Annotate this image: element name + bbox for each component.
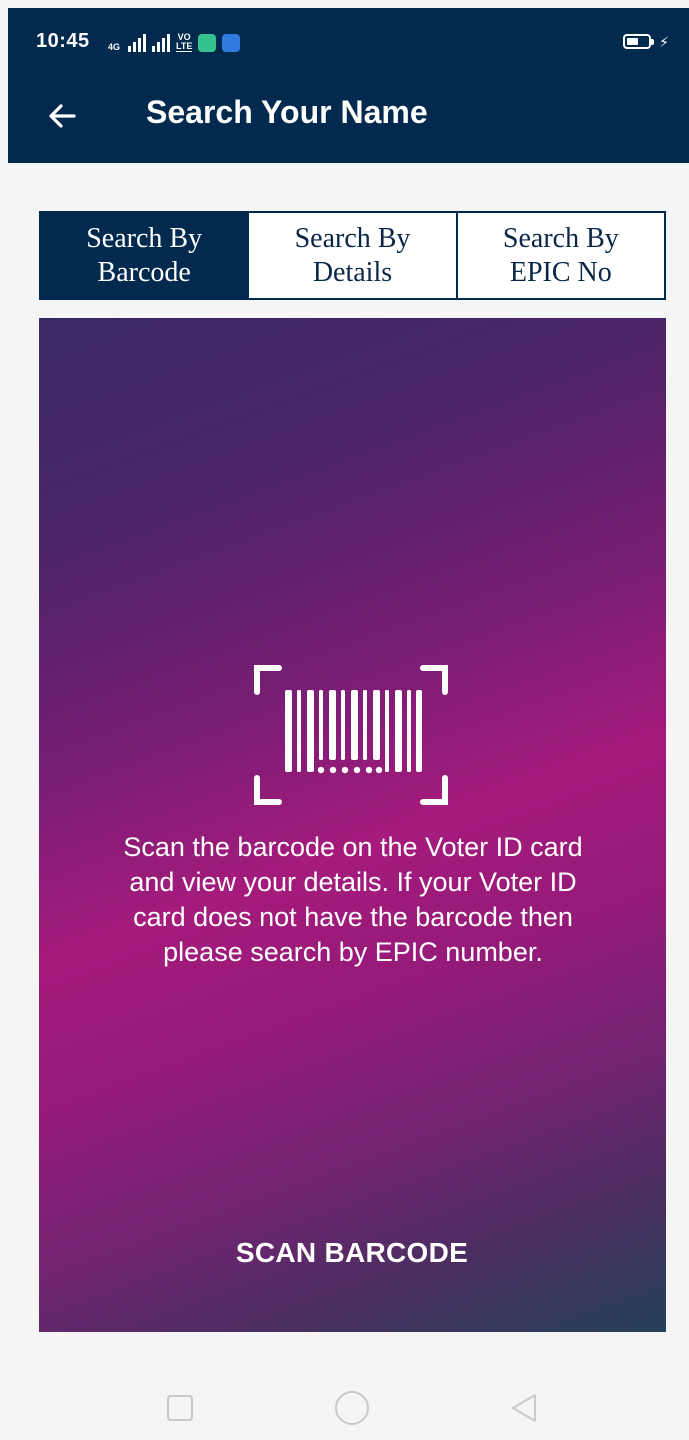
tab-search-by-epic-no[interactable]: Search By EPIC No (455, 213, 664, 298)
notification-app-icon-2 (222, 34, 241, 52)
battery-icon: ⚡︎ (623, 34, 669, 49)
tab-search-by-barcode[interactable]: Search By Barcode (41, 213, 248, 298)
back-arrow-icon[interactable] (38, 92, 86, 140)
status-icons: 4G VO LTE (108, 30, 241, 52)
barcode-scan-icon (253, 662, 449, 808)
page-title: Search Your Name (146, 94, 428, 130)
notification-app-icon (198, 34, 217, 52)
charging-icon: ⚡︎ (659, 33, 669, 50)
system-nav-bar (0, 1360, 689, 1440)
volte-icon: VO LTE (176, 32, 193, 52)
app-bar: 10:45 4G VO LTE ⚡︎ Search Your Name (8, 8, 689, 163)
recent-apps-icon[interactable] (152, 1380, 208, 1436)
app-screen: 10:45 4G VO LTE ⚡︎ Search Your Name Sear… (0, 0, 689, 1440)
home-icon[interactable] (324, 1380, 380, 1436)
barcode-scan-panel: Scan the barcode on the Voter ID card an… (39, 318, 666, 1332)
status-time: 10:45 (36, 30, 90, 52)
search-mode-tabs: Search By Barcode Search By Details Sear… (39, 211, 666, 300)
toolbar: Search Your Name (8, 72, 689, 163)
status-bar: 10:45 4G VO LTE ⚡︎ (8, 8, 689, 72)
scan-instructions: Scan the barcode on the Voter ID card an… (123, 832, 583, 967)
signal-icon (128, 34, 147, 52)
network-type-label: 4G (108, 42, 121, 52)
signal-icon-2 (152, 34, 171, 52)
tab-search-by-details[interactable]: Search By Details (247, 213, 455, 298)
scan-barcode-button[interactable]: SCAN BARCODE (202, 1218, 502, 1288)
back-triangle-icon[interactable] (496, 1380, 552, 1436)
